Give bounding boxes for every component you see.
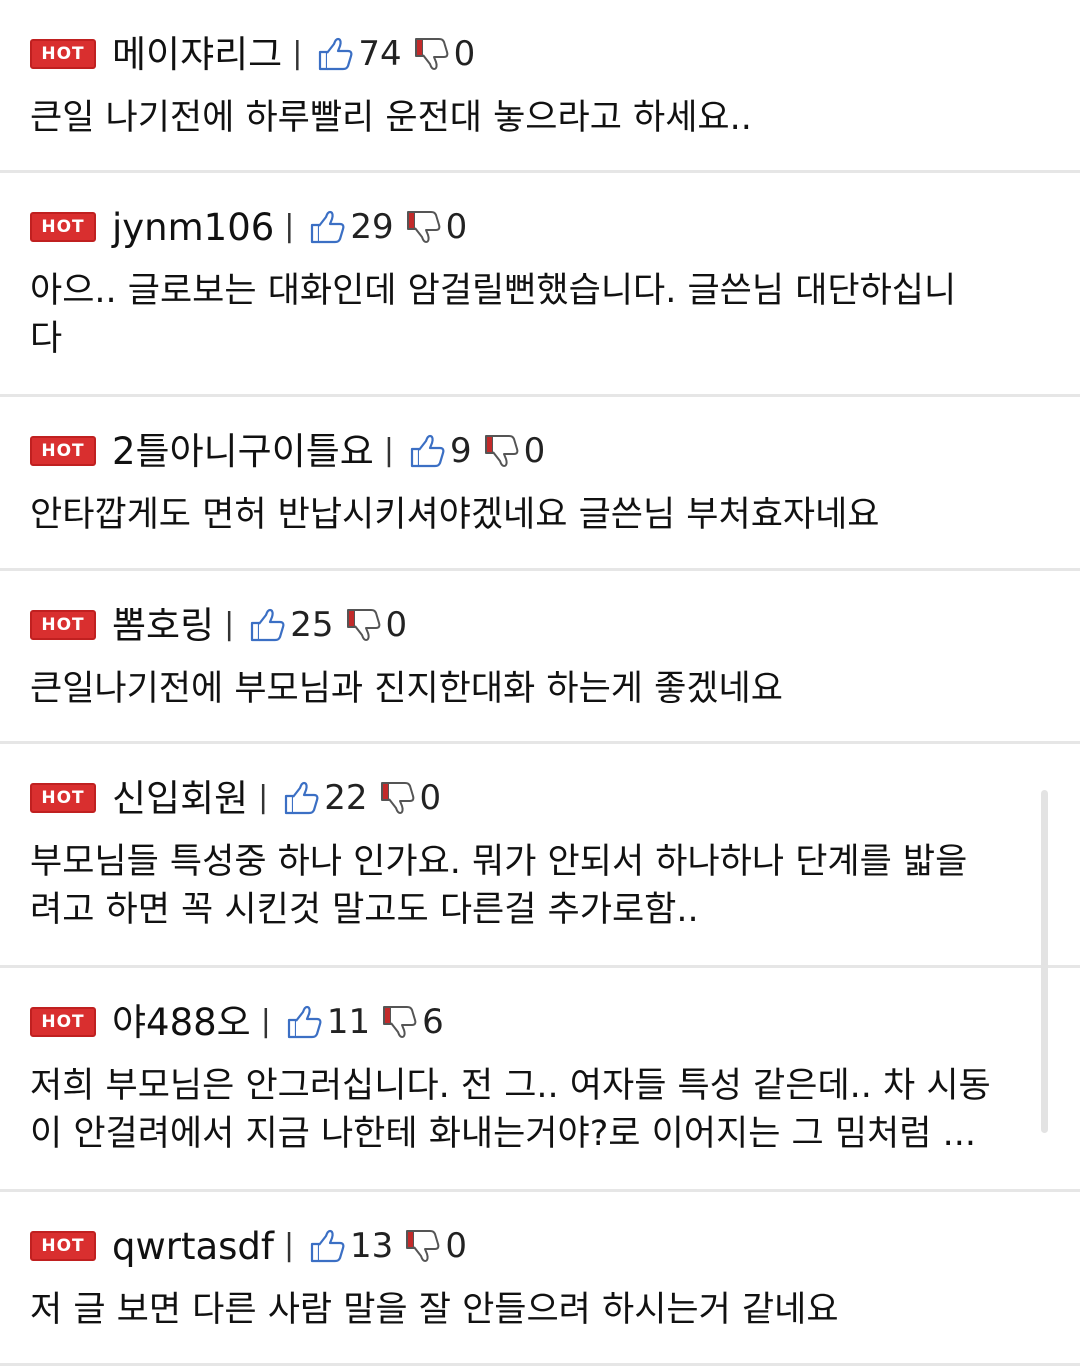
hot-badge: HOT [30, 212, 96, 242]
thumbs-down-icon [378, 779, 416, 817]
hot-badge: HOT [30, 610, 96, 640]
dislike-button[interactable]: 0 [344, 605, 408, 645]
dislike-count: 0 [453, 34, 476, 74]
separator: | [224, 607, 235, 642]
hot-badge-label: HOT [41, 440, 85, 461]
dislike-button[interactable]: 0 [412, 34, 476, 74]
hot-badge-label: HOT [41, 1235, 85, 1256]
comment-header: HOT 뽐호링 | 25 0 [30, 595, 1050, 655]
thumbs-up-icon [285, 1003, 323, 1041]
comment-item: HOT 2틀아니구이틀요 | 9 0 안타깝게도 면허 반납시키셔야겠네요 글쓴… [0, 397, 1080, 571]
comment-username[interactable]: 야488오 [112, 1004, 251, 1041]
like-count: 11 [326, 1002, 371, 1042]
hot-badge-label: HOT [41, 216, 85, 237]
like-button[interactable]: 11 [285, 1003, 380, 1041]
separator: | [260, 1004, 271, 1039]
dislike-button[interactable]: 0 [404, 207, 468, 247]
comment-username[interactable]: qwrtasdf [112, 1228, 274, 1265]
separator: | [383, 433, 394, 468]
like-button[interactable]: 13 [308, 1227, 403, 1265]
comment-username[interactable]: jynm106 [112, 209, 274, 246]
comment-item: HOT 야488오 | 11 6 저희 부모님은 안그러십니다. 전 그.. 여… [0, 968, 1080, 1192]
comment-item: HOT 신입회원 | 22 0 부모님들 특성중 하나 인가요. 뭐가 안되서 … [0, 744, 1080, 968]
scrollbar[interactable] [1041, 790, 1048, 1133]
comment-text-line: 다 [30, 319, 63, 359]
comment-username[interactable]: 신입회원 [112, 780, 248, 817]
dislike-button[interactable]: 0 [378, 778, 442, 818]
comment-item: HOT 메이쟈리그 | 74 0 큰일 나기전에 하루빨리 운전대 놓으라고 하… [0, 0, 1080, 173]
comment-username[interactable]: 2틀아니구이틀요 [112, 433, 374, 470]
separator: | [283, 1228, 295, 1263]
like-count: 25 [290, 605, 334, 645]
hot-badge: HOT [30, 1007, 96, 1037]
dislike-count: 0 [523, 431, 546, 471]
comment-text-line: 저희 부모님은 안그러십니다. 전 그.. 여자들 특성 같은데.. 차 시동 [30, 1066, 991, 1106]
thumbs-up-icon [316, 35, 354, 73]
hot-badge: HOT [30, 436, 96, 466]
comment-header: HOT jynm106 | 29 0 [30, 197, 1050, 257]
comment-text-line: 아으.. 글로보는 대화인데 암걸릴뻔했습니다. 글쓴님 대단하십니 [30, 271, 957, 311]
hot-badge: HOT [30, 39, 96, 69]
thumbs-up-icon [308, 208, 346, 246]
comment-item: HOT qwrtasdf | 13 0 저 글 보면 다른 사람 말을 잘 안들… [0, 1192, 1080, 1366]
comment-text: 저 글 보면 다른 사람 말을 잘 안들으려 하시는거 같네요 [30, 1290, 839, 1330]
dislike-button[interactable]: 0 [403, 1227, 467, 1265]
like-count: 22 [324, 778, 368, 818]
comment-item: HOT jynm106 | 29 0 아으.. 글로보는 대화인데 암걸릴뻔했습… [0, 173, 1080, 397]
like-count: 13 [350, 1226, 394, 1266]
like-button[interactable]: 22 [282, 779, 377, 817]
dislike-button[interactable]: 6 [380, 1003, 444, 1041]
comment-item: HOT 뽐호링 | 25 0 큰일나기전에 부모님과 진지한대화 하는게 좋겠네… [0, 571, 1080, 744]
like-count: 9 [449, 431, 472, 471]
hot-badge-label: HOT [41, 43, 85, 64]
hot-badge: HOT [30, 1231, 96, 1261]
comment-username[interactable]: 뽐호링 [112, 607, 214, 644]
separator: | [284, 209, 295, 244]
thumbs-down-icon [404, 208, 442, 246]
comment-text: 큰일나기전에 부모님과 진지한대화 하는게 좋겠네요 [30, 669, 783, 709]
like-button[interactable]: 25 [248, 606, 343, 644]
thumbs-down-icon [380, 1003, 418, 1041]
comment-username[interactable]: 메이쟈리그 [112, 36, 282, 73]
hot-badge-label: HOT [41, 787, 85, 808]
comment-header: HOT 신입회원 | 22 0 [30, 768, 1050, 828]
thumbs-up-icon [308, 1227, 346, 1265]
hot-badge: HOT [30, 783, 96, 813]
dislike-button[interactable]: 0 [482, 431, 546, 471]
thumbs-down-icon [344, 606, 382, 644]
hot-badge-label: HOT [41, 1011, 85, 1032]
like-button[interactable]: 74 [316, 35, 411, 73]
thumbs-down-icon [482, 432, 520, 470]
comment-header: HOT 2틀아니구이틀요 | 9 0 [30, 421, 1050, 481]
hot-badge-label: HOT [41, 614, 85, 635]
dislike-count: 0 [445, 207, 468, 247]
comment-text: 아으.. 글로보는 대화인데 암걸릴뻔했습니다. 글쓴님 대단하십니 다 [30, 257, 1050, 385]
comment-header: HOT 메이쟈리그 | 74 0 [30, 24, 1050, 84]
like-count: 29 [350, 207, 394, 247]
dislike-count: 6 [422, 1002, 444, 1042]
like-count: 74 [358, 34, 402, 74]
separator: | [292, 36, 303, 71]
comment-header: HOT qwrtasdf | 13 0 [30, 1216, 1050, 1276]
dislike-count: 0 [385, 605, 408, 645]
comment-text-line: 이 안걸려에서 지금 나한테 화내는거야?로 이어지는 그 밈처럼 ... [30, 1114, 976, 1154]
dislike-count: 0 [445, 1226, 467, 1266]
comment-header: HOT 야488오 | 11 6 [30, 992, 1050, 1052]
thumbs-down-icon [403, 1227, 441, 1265]
dislike-count: 0 [419, 778, 442, 818]
thumbs-up-icon [408, 432, 446, 470]
comment-list: HOT 메이쟈리그 | 74 0 큰일 나기전에 하루빨리 운전대 놓으라고 하… [0, 0, 1080, 1366]
comment-text: 부모님들 특성중 하나 인가요. 뭐가 안되서 하나하나 단계를 밟을 려고 하… [30, 828, 1050, 956]
thumbs-down-icon [412, 35, 450, 73]
comment-text: 저희 부모님은 안그러십니다. 전 그.. 여자들 특성 같은데.. 차 시동 … [30, 1052, 1050, 1180]
comment-text: 안타깝게도 면허 반납시키셔야겠네요 글쓴님 부처효자네요 [30, 495, 880, 535]
comment-text: 큰일 나기전에 하루빨리 운전대 놓으라고 하세요.. [30, 98, 752, 138]
separator: | [258, 780, 269, 815]
like-button[interactable]: 9 [408, 432, 482, 470]
like-button[interactable]: 29 [308, 208, 403, 246]
thumbs-up-icon [248, 606, 286, 644]
thumbs-up-icon [282, 779, 320, 817]
comment-text-line: 부모님들 특성중 하나 인가요. 뭐가 안되서 하나하나 단계를 밟을 [30, 842, 968, 882]
comment-text-line: 려고 하면 꼭 시킨것 말고도 다른걸 추가로함.. [30, 890, 699, 930]
